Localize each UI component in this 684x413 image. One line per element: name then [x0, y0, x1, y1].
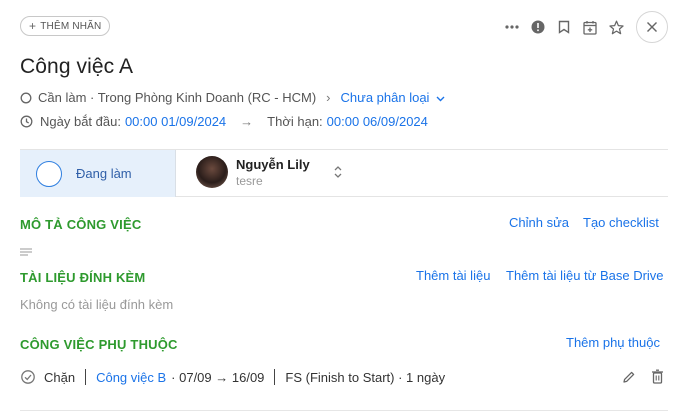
- category-label: Chưa phân loại: [340, 90, 430, 105]
- task-status-path: Cần làm · Trong Phòng Kinh Doanh (RC - H…: [20, 90, 445, 105]
- attachments-empty-text: Không có tài liệu đính kèm: [20, 297, 174, 312]
- add-dependency-link[interactable]: Thêm phụ thuộc: [566, 335, 660, 350]
- sort-icon: [334, 166, 342, 178]
- task-title: Công việc A: [20, 55, 134, 78]
- assignee-name: Nguyễn Lily: [236, 156, 310, 172]
- pencil-icon: [623, 371, 635, 383]
- create-checklist-link[interactable]: Tạo checklist: [583, 215, 659, 230]
- star-icon[interactable]: [606, 17, 626, 37]
- trash-icon: [652, 369, 663, 384]
- category-dropdown[interactable]: Chưa phân loại: [341, 90, 446, 105]
- start-date-value[interactable]: 00:00 01/09/2024: [125, 114, 226, 129]
- plus-icon: +: [29, 19, 37, 33]
- dependency-relation: FS (Finish to Start) · 1 ngày: [285, 369, 446, 385]
- bookmark-icon[interactable]: [554, 17, 574, 37]
- chevron-down-icon: [436, 96, 445, 102]
- dependency-dates: · 07/09 → 16/09: [171, 369, 265, 385]
- dependencies-title: CÔNG VIỆC PHỤ THUỘC: [20, 337, 178, 352]
- dependency-type: Chặn: [44, 369, 76, 385]
- list-item: Chặn Công việc B · 07/09 → 16/09 FS (Fin…: [20, 369, 445, 385]
- divider: [274, 369, 276, 385]
- arrow-right-icon: →: [240, 114, 254, 129]
- chevron-right-icon: ›: [326, 90, 331, 105]
- info-icon[interactable]: [528, 17, 548, 37]
- task-dates: Ngày bắt đầu: 00:00 01/09/2024 → Thời hạ…: [20, 114, 428, 129]
- status-strip: Đang làm Nguyễn Lily tesre: [20, 149, 668, 197]
- status-label: Đang làm: [76, 166, 132, 181]
- status-path-text: Cần làm · Trong Phòng Kinh Doanh (RC - H…: [38, 90, 317, 105]
- avatar: [196, 156, 228, 188]
- check-circle-icon: [21, 370, 35, 384]
- status-circle-icon: [36, 160, 62, 187]
- status-circle-icon: [20, 92, 32, 103]
- status-selector[interactable]: Đang làm: [20, 150, 176, 197]
- divider: [85, 369, 87, 385]
- deadline-label: Thời hạn:: [267, 114, 323, 129]
- assignee-selector[interactable]: Nguyễn Lily tesre: [196, 156, 342, 188]
- delete-dependency-button[interactable]: [651, 369, 664, 389]
- description-title: MÔ TẢ CÔNG VIỆC: [20, 217, 142, 232]
- attachments-title: TÀI LIỆU ĐÍNH KÈM: [20, 270, 146, 285]
- dependency-task-link[interactable]: Công việc B: [96, 370, 166, 385]
- add-tag-label: THÊM NHÃN: [40, 20, 102, 32]
- clock-icon: [20, 115, 33, 128]
- edit-description-link[interactable]: Chỉnh sửa: [509, 215, 569, 230]
- close-button[interactable]: [636, 11, 668, 43]
- add-tag-button[interactable]: + THÊM NHÃN: [20, 16, 111, 36]
- more-icon[interactable]: [502, 17, 522, 37]
- start-date-label: Ngày bắt đầu:: [40, 114, 121, 129]
- deadline-value[interactable]: 00:00 06/09/2024: [327, 114, 428, 129]
- description-lines-icon: [20, 248, 32, 256]
- calendar-add-icon[interactable]: [580, 17, 600, 37]
- edit-dependency-button[interactable]: [622, 370, 636, 389]
- close-icon: [647, 22, 657, 32]
- header-actions: [502, 11, 668, 43]
- assignee-subtitle: tesre: [236, 173, 263, 188]
- add-attachment-link[interactable]: Thêm tài liệu: [416, 268, 490, 283]
- divider: [20, 410, 668, 411]
- add-from-drive-link[interactable]: Thêm tài liệu từ Base Drive: [506, 268, 664, 283]
